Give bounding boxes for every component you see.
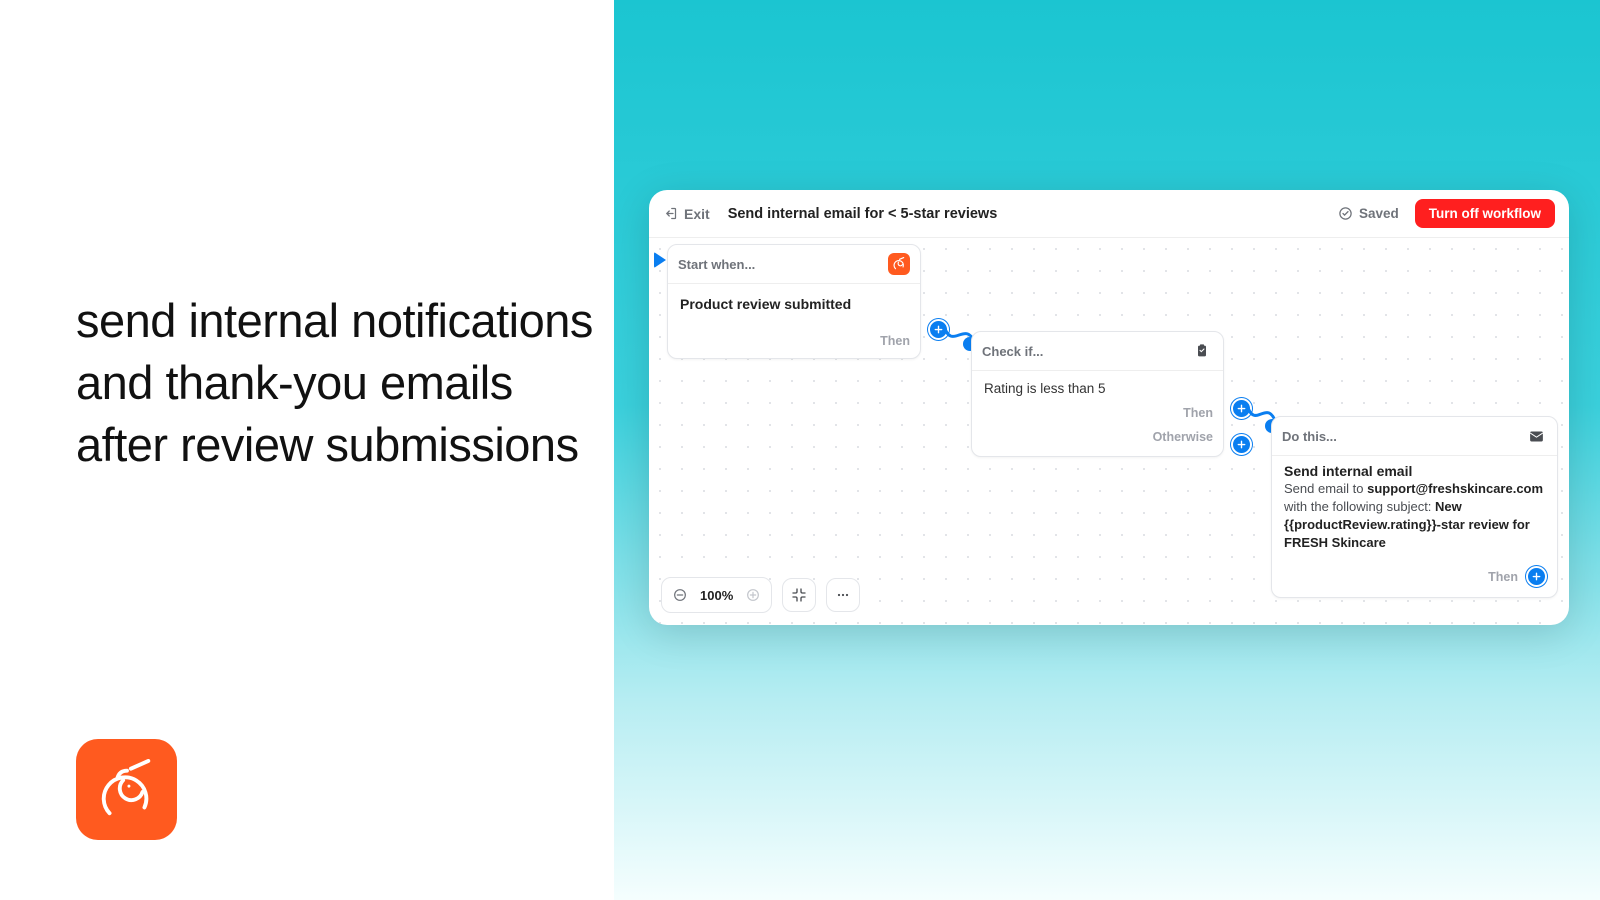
- add-step-otherwise-button[interactable]: [1231, 434, 1252, 455]
- more-options-button[interactable]: [826, 578, 860, 612]
- saved-indicator: Saved: [1338, 206, 1399, 221]
- condition-body: Rating is less than 5: [972, 371, 1223, 400]
- topbar: Exit Send internal email for < 5-star re…: [649, 190, 1569, 238]
- check-circle-icon: [1338, 206, 1353, 221]
- action-card[interactable]: Do this... Send internal email Send emai…: [1271, 416, 1558, 598]
- zoom-in-button[interactable]: [739, 581, 767, 609]
- clipboard-icon: [1191, 340, 1213, 362]
- exit-button[interactable]: Exit: [663, 206, 710, 222]
- canvas-toolbar: 100%: [661, 577, 860, 613]
- action-text-pre: Send email to: [1284, 481, 1367, 496]
- condition-then-label: Then: [1183, 406, 1213, 420]
- app-icon: [888, 253, 910, 275]
- plus-circle-icon: [745, 587, 761, 603]
- action-text-mid: with the following subject:: [1284, 499, 1435, 514]
- minus-circle-icon: [672, 587, 688, 603]
- workflow-title: Send internal email for < 5-star reviews: [728, 206, 998, 222]
- collapse-icon: [791, 587, 807, 603]
- zoom-value: 100%: [694, 588, 739, 603]
- condition-card[interactable]: Check if... Rating is less than 5 Then O…: [971, 331, 1224, 457]
- plus-icon: [1236, 439, 1247, 450]
- exit-icon: [663, 206, 678, 221]
- turn-off-workflow-button[interactable]: Turn off workflow: [1415, 199, 1555, 228]
- workflow-window: Exit Send internal email for < 5-star re…: [649, 190, 1569, 625]
- mail-icon: [1525, 425, 1547, 447]
- zoom-out-button[interactable]: [666, 581, 694, 609]
- marketing-headline: send internal notifications and thank-yo…: [76, 290, 596, 476]
- trigger-header: Start when...: [678, 257, 888, 272]
- trigger-card[interactable]: Start when... Product review submitted T…: [667, 244, 921, 359]
- workflow-canvas[interactable]: Start when... Product review submitted T…: [649, 238, 1569, 625]
- start-indicator-icon: [654, 252, 666, 268]
- trigger-then-label: Then: [880, 334, 910, 348]
- unicorn-icon: [96, 759, 158, 821]
- plus-icon: [1531, 571, 1542, 582]
- action-body: Send internal email Send email to suppor…: [1272, 456, 1557, 562]
- trigger-body: Product review submitted: [668, 284, 920, 330]
- right-panel: Exit Send internal email for < 5-star re…: [614, 0, 1600, 900]
- left-panel: send internal notifications and thank-yo…: [0, 0, 614, 900]
- exit-label: Exit: [684, 206, 710, 222]
- condition-header: Check if...: [982, 344, 1191, 359]
- brand-logo: [76, 739, 177, 840]
- action-then-label: Then: [1488, 570, 1518, 584]
- action-header: Do this...: [1282, 429, 1525, 444]
- fit-to-screen-button[interactable]: [782, 578, 816, 612]
- action-title: Send internal email: [1284, 462, 1545, 480]
- saved-label: Saved: [1359, 206, 1399, 221]
- unicorn-small-icon: [892, 257, 906, 271]
- zoom-control: 100%: [661, 577, 772, 613]
- action-email: support@freshskincare.com: [1367, 481, 1543, 496]
- condition-otherwise-label: Otherwise: [1153, 430, 1213, 444]
- dots-horizontal-icon: [835, 587, 851, 603]
- add-step-after-action-button[interactable]: [1526, 566, 1547, 587]
